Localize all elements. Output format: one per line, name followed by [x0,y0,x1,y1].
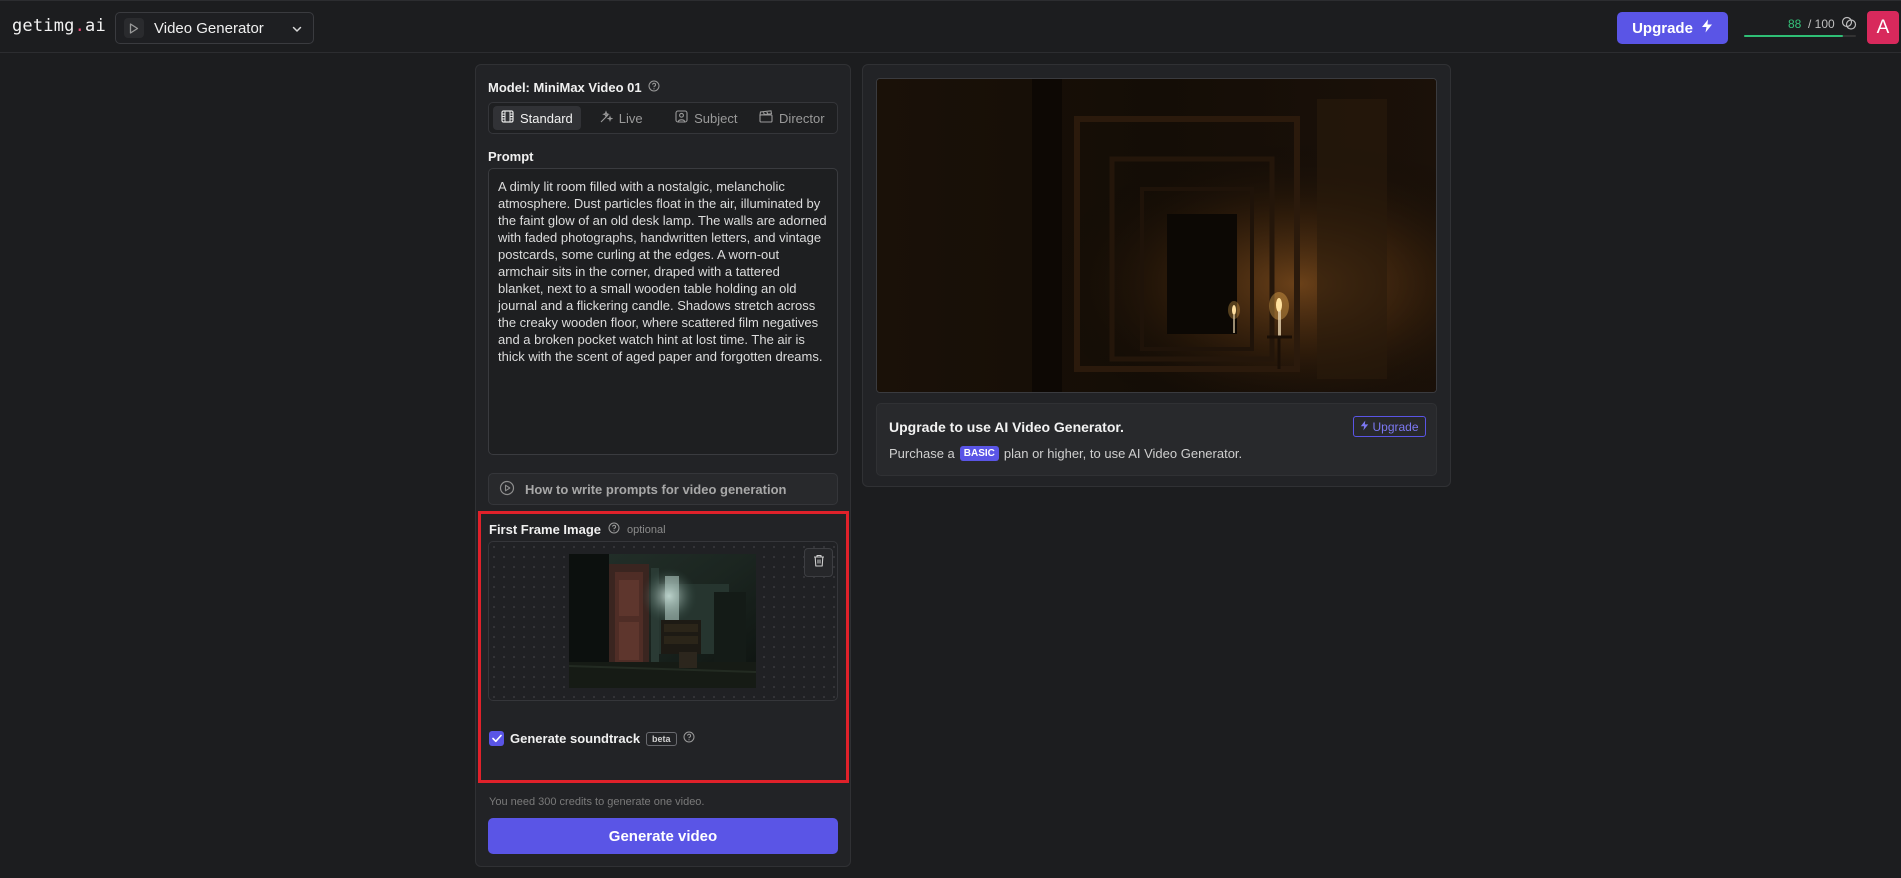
play-icon [124,18,144,38]
preview-panel: Upgrade to use AI Video Generator. Purch… [862,64,1451,487]
lightning-icon [1360,420,1369,434]
soundtrack-checkbox[interactable] [489,731,504,746]
credits-progress-fill [1744,35,1843,37]
logo-dot: . [74,16,86,36]
upgrade-notice-description: Purchase a BASIC plan or higher, to use … [889,446,1242,461]
tool-selector-dropdown[interactable]: Video Generator [115,12,314,44]
top-bar: getimg.ai Video Generator Upgrade 88 / 1… [0,0,1901,53]
upgrade-notice-button[interactable]: Upgrade [1353,416,1426,437]
basic-plan-badge: BASIC [959,446,999,461]
logo-main: getimg [12,16,75,36]
clapperboard-icon [759,110,773,126]
generate-video-button[interactable]: Generate video [488,818,838,854]
model-title-text: Model: MiniMax Video 01 [488,80,642,95]
delete-image-button[interactable] [804,548,833,577]
user-square-icon [675,110,688,126]
beta-badge: beta [646,731,677,746]
logo-tld: ai [85,16,106,36]
avatar[interactable]: A [1867,11,1899,44]
trash-icon [813,554,825,572]
first-frame-drop-zone[interactable] [488,541,838,701]
first-frame-thumbnail [569,554,756,688]
how-to-write-prompts-button[interactable]: How to write prompts for video generatio… [488,473,838,505]
tab-director[interactable]: Director [751,106,833,130]
video-preview[interactable] [876,78,1437,393]
soundtrack-label: Generate soundtrack [510,731,641,746]
upgrade-button-label: Upgrade [1632,19,1693,37]
tab-standard[interactable]: Standard [493,106,581,130]
prompt-label: Prompt [488,149,534,164]
help-circle-icon[interactable] [648,80,660,95]
generation-settings-panel: Model: MiniMax Video 01 Standard Live Su… [475,64,851,867]
tab-subject-label: Subject [694,110,738,126]
upgrade-button[interactable]: Upgrade [1617,12,1728,44]
tab-subject[interactable]: Subject [667,106,749,130]
upgrade-notice-suffix: plan or higher, to use AI Video Generato… [1003,446,1243,461]
first-frame-label-text: First Frame Image [489,522,601,537]
chevron-down-icon [291,22,303,40]
upgrade-notice: Upgrade to use AI Video Generator. Purch… [876,403,1437,476]
credits-required-note: You need 300 credits to generate one vid… [489,796,705,808]
upgrade-notice-button-label: Upgrade [1372,419,1419,434]
tool-selector-label: Video Generator [154,19,264,37]
tab-live-label: Live [618,110,643,126]
help-circle-icon[interactable] [608,522,620,537]
film-icon [501,110,514,126]
prompt-textarea[interactable]: A dimly lit room filled with a nostalgic… [488,168,838,455]
sparkle-icon [599,109,614,127]
mode-tabs: Standard Live Subject Director [488,102,838,134]
help-circle-icon[interactable] [683,731,695,746]
how-to-label: How to write prompts for video generatio… [525,481,787,497]
credits-meter[interactable]: 88 / 100 [1744,16,1857,39]
model-title: Model: MiniMax Video 01 [488,80,660,95]
credits-progress-bar [1744,35,1856,37]
tab-director-label: Director [779,110,825,126]
logo[interactable]: getimg.ai [12,16,106,36]
tab-live[interactable]: Live [591,106,661,130]
first-frame-label: First Frame Image optional [489,522,666,537]
upgrade-notice-prefix: Purchase a [889,446,955,461]
tab-standard-label: Standard [520,110,573,126]
play-circle-icon [499,480,515,499]
first-frame-section: First Frame Image optional Generate soun… [478,511,849,783]
coins-icon [1841,16,1857,33]
optional-tag: optional [627,523,666,536]
credits-current: 88 [1788,17,1802,31]
upgrade-notice-title: Upgrade to use AI Video Generator. [889,419,1124,435]
credits-total: / 100 [1808,17,1835,31]
lightning-icon [1701,19,1713,37]
soundtrack-row: Generate soundtrack beta [489,731,695,746]
